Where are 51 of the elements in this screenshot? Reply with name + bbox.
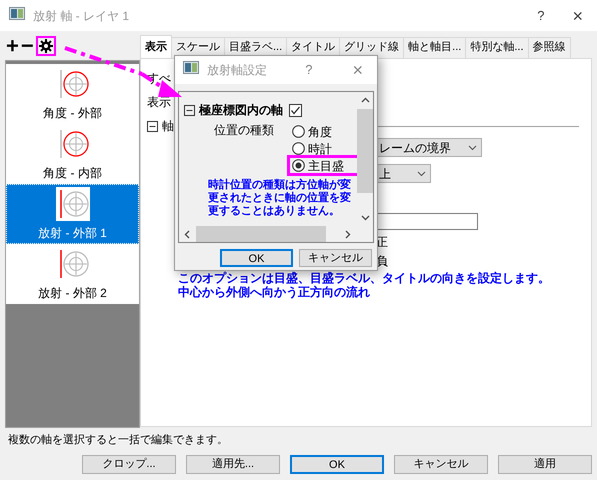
scroll-up-icon[interactable]: [360, 97, 370, 103]
dialog-button[interactable]: OK: [220, 249, 293, 267]
axis-label: 角度 - 内部: [43, 165, 102, 182]
checkbox[interactable]: [289, 104, 302, 116]
scroll-left-icon[interactable]: [184, 230, 190, 238]
add-button[interactable]: +: [6, 34, 19, 56]
note-text: 時計位置の種類は方位軸が変更されたときに軸の位置を変更することはありません。: [208, 179, 352, 218]
axis-label: 放射 - 外部 1: [38, 225, 107, 242]
note-text: 中心から外側へ向かう正方向の流れ: [178, 285, 370, 299]
axis-list-item[interactable]: 放射 - 外部 1: [6, 184, 139, 244]
app-icon: [183, 61, 199, 74]
remove-button[interactable]: −: [20, 34, 34, 56]
group-label: 極座標図内の軸: [199, 102, 283, 119]
label: 表示: [147, 95, 171, 109]
chevron-icon: [468, 144, 477, 150]
app-icon: [9, 6, 25, 20]
close-button[interactable]: ×: [572, 6, 583, 24]
tab[interactable]: 参照線: [528, 37, 571, 58]
tab[interactable]: 表示: [140, 35, 172, 58]
status-text: 複数の軸を選択すると一括で編集できます。: [7, 433, 229, 448]
window-title: 放射 軸 - レイヤ 1: [33, 8, 130, 24]
collapse-icon[interactable]: [147, 120, 158, 132]
group-label: 軸: [162, 118, 174, 135]
dialog-title: 放射軸設定: [207, 62, 267, 79]
axis-icon: [56, 187, 90, 221]
axis-label: 放射 - 外部 2: [38, 285, 107, 302]
dialog-button[interactable]: 適用: [498, 455, 592, 474]
chevron-icon: [417, 170, 426, 176]
note-text: このオプションは目盛、目盛ラベル、タイトルの向きを設定します。: [178, 271, 550, 285]
scroll-thumb[interactable]: [357, 109, 373, 193]
scroll-thumb[interactable]: [196, 226, 326, 242]
close-button[interactable]: ×: [352, 61, 363, 79]
dialog-button[interactable]: 適用先...: [186, 455, 280, 474]
scroll-down-icon[interactable]: [360, 215, 370, 221]
radio-icon[interactable]: [292, 159, 305, 172]
settings-button[interactable]: [36, 36, 56, 56]
radio-icon[interactable]: [292, 142, 305, 155]
dialog-button[interactable]: クロップ...: [82, 455, 176, 474]
dialog-button[interactable]: キャンセル: [394, 455, 488, 474]
dialog-button[interactable]: キャンセル: [299, 249, 372, 267]
scroll-right-icon[interactable]: [345, 230, 351, 238]
dialog-button[interactable]: OK: [290, 455, 384, 474]
radio-option[interactable]: 角度: [289, 123, 357, 140]
help-button[interactable]: ?: [537, 6, 544, 26]
radio-option[interactable]: 時計: [289, 140, 357, 157]
field-label: 位置の種類: [214, 123, 275, 138]
axis-label: 角度 - 外部: [43, 105, 102, 122]
help-button[interactable]: ?: [305, 60, 312, 80]
collapse-icon[interactable]: [184, 104, 195, 116]
radio-icon[interactable]: [292, 125, 305, 138]
radio-option[interactable]: 主目盛: [289, 157, 357, 174]
